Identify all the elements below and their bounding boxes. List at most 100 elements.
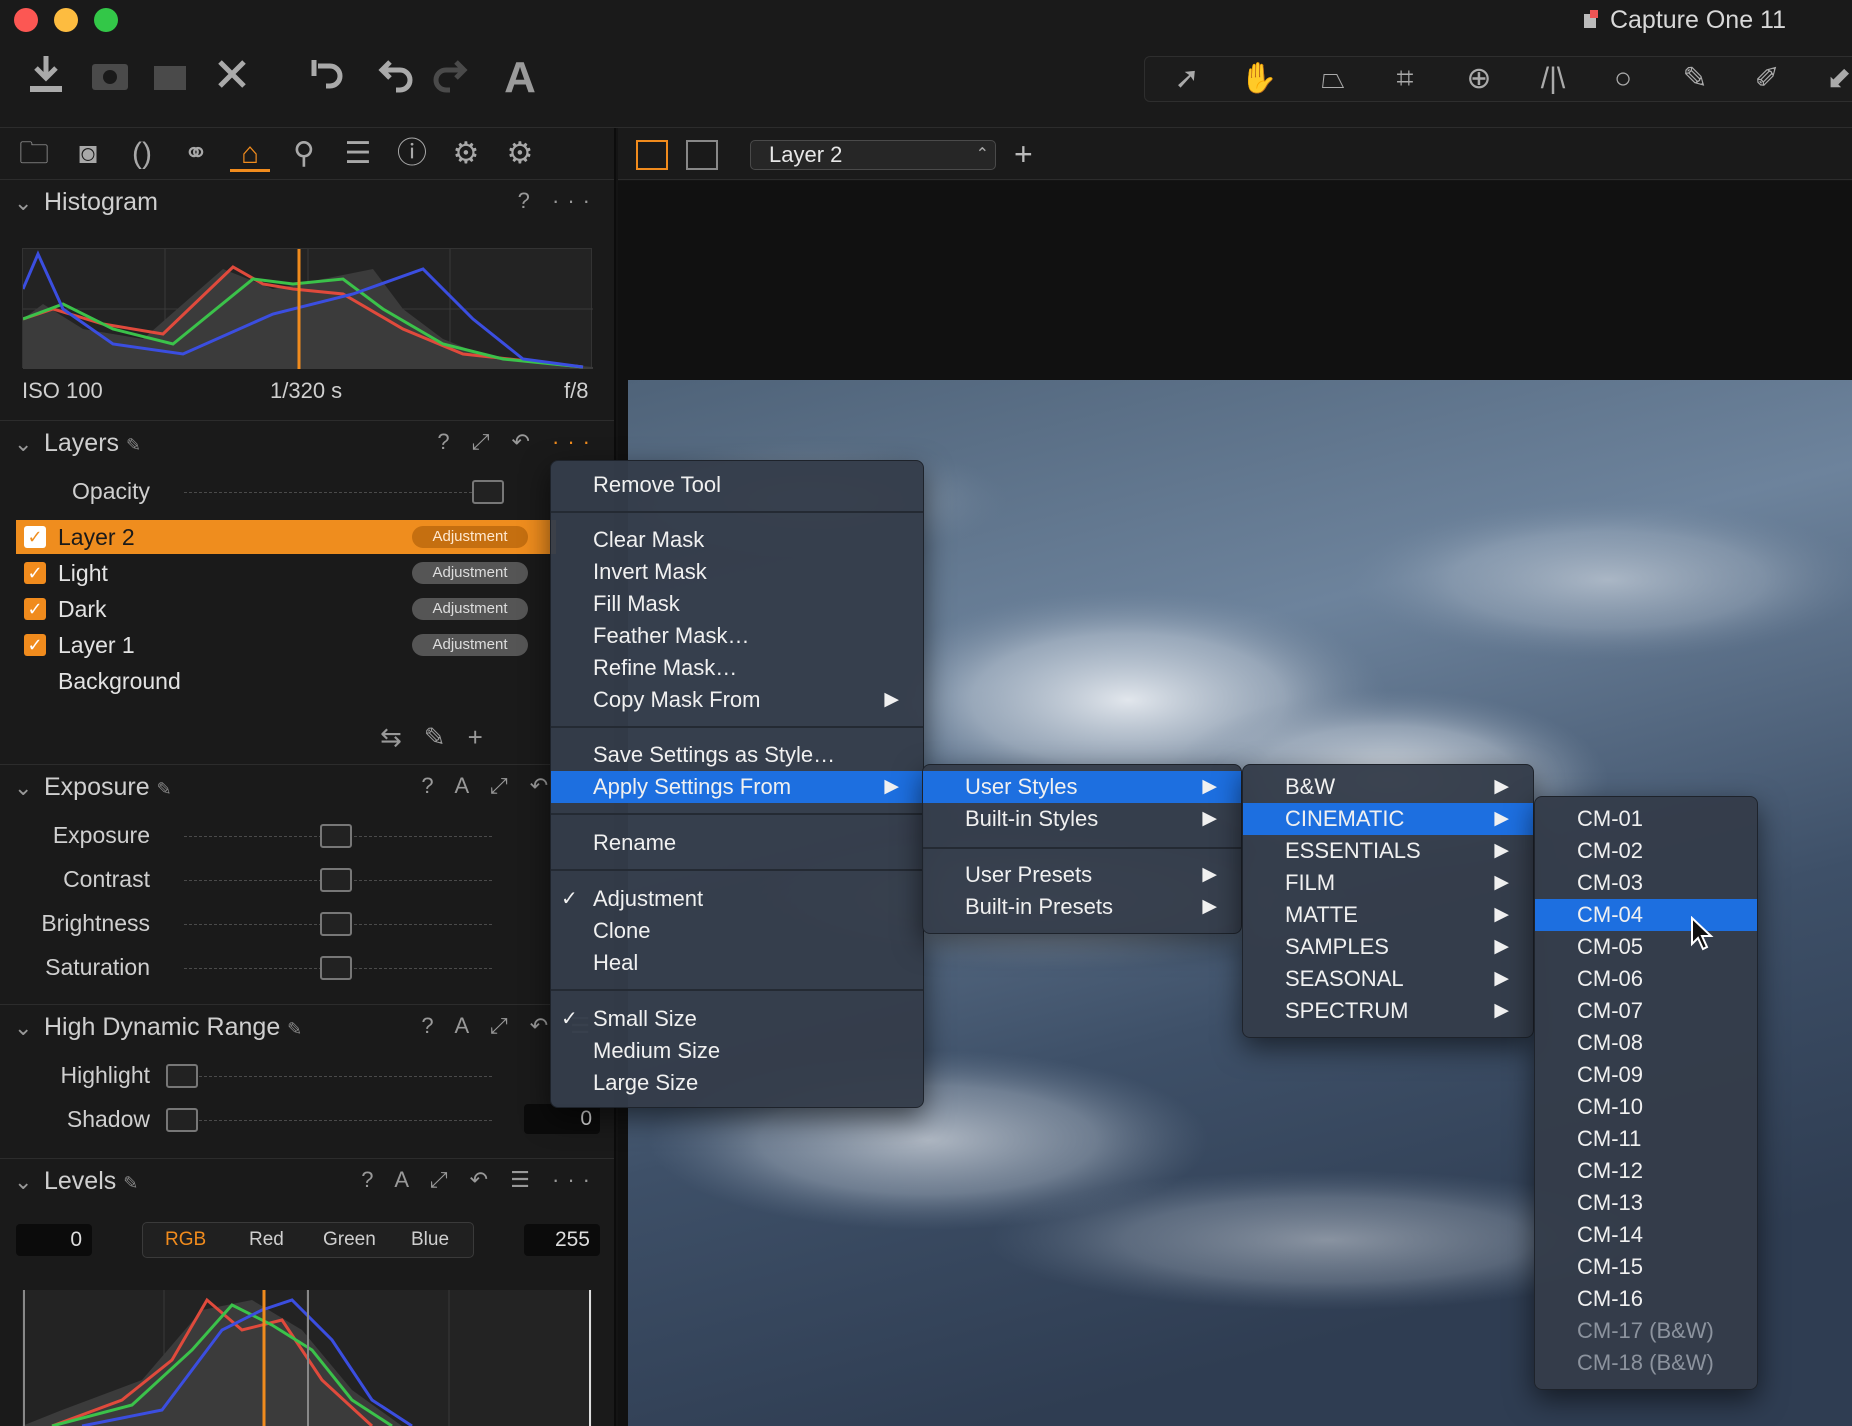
output-tab-icon[interactable]: ⚙ xyxy=(446,136,486,172)
menu-item-user-styles[interactable]: User Styles ▶ xyxy=(923,771,1241,803)
style-cm-02[interactable]: CM-02 xyxy=(1535,835,1757,867)
menu-item-matte[interactable]: MATTE ▶ xyxy=(1243,899,1533,931)
style-cm-09[interactable]: CM-09 xyxy=(1535,1059,1757,1091)
undo-icon[interactable] xyxy=(372,52,424,104)
menu-item-spectrum[interactable]: SPECTRUM ▶ xyxy=(1243,995,1533,1027)
layer-row[interactable]: ✓ Light Adjustment xyxy=(16,556,556,590)
slider-knob[interactable] xyxy=(166,1108,198,1132)
menu-item-copy-mask-from[interactable]: Copy Mask From ▶ xyxy=(551,684,923,716)
exposure-tab-icon[interactable]: ⌂ xyxy=(230,136,270,172)
layers-header[interactable]: ⌄ Layers ✎ ? ⤢ ↶ ··· xyxy=(0,420,614,468)
undo-all-icon[interactable] xyxy=(300,52,352,104)
layer-checkbox[interactable]: ✓ xyxy=(24,562,46,584)
minimize-window-button[interactable] xyxy=(54,8,78,32)
layer-select-dropdown[interactable]: Layer 2 ⌃⌄ xyxy=(750,140,996,191)
style-cm-10[interactable]: CM-10 xyxy=(1535,1091,1757,1123)
style-cm-04[interactable]: CM-04 xyxy=(1535,899,1757,931)
layer-row[interactable]: ✓ Layer 2 Adjustment xyxy=(16,520,556,554)
capture-tab-icon[interactable]: ◙ xyxy=(68,136,108,172)
menu-item-adjustment[interactable]: ✓ Adjustment xyxy=(551,883,923,915)
menu-item-built-in-styles[interactable]: Built-in Styles ▶ xyxy=(923,803,1241,835)
opacity-slider[interactable]: Opacity xyxy=(0,472,614,512)
rotate-icon[interactable]: ⊕ xyxy=(1449,61,1509,97)
close-window-button[interactable] xyxy=(14,8,38,32)
menu-item-small-size[interactable]: ✓ Small Size xyxy=(551,1003,923,1035)
slider-track[interactable] xyxy=(184,492,492,493)
style-cm-11[interactable]: CM-11 xyxy=(1535,1123,1757,1155)
menu-item-heal[interactable]: Heal xyxy=(551,947,923,979)
style-cm-07[interactable]: CM-07 xyxy=(1535,995,1757,1027)
chevron-down-icon[interactable]: ⌄ xyxy=(14,775,32,801)
levels-low-field[interactable]: 0 xyxy=(16,1224,92,1256)
style-cm-08[interactable]: CM-08 xyxy=(1535,1027,1757,1059)
color-tab-icon[interactable]: ⚭ xyxy=(176,136,216,172)
style-cm-14[interactable]: CM-14 xyxy=(1535,1219,1757,1251)
add-layer-icon[interactable]: + xyxy=(1014,136,1033,173)
section-actions[interactable]: ? ⤢ ↶ ··· xyxy=(437,429,598,455)
adjustments-tab-icon[interactable]: ☰ xyxy=(338,136,378,172)
menu-item-feather-mask[interactable]: Feather Mask… xyxy=(551,620,923,652)
menu-item-remove-tool[interactable]: Remove Tool xyxy=(551,469,923,501)
channel-tab-blue[interactable]: Blue xyxy=(411,1229,449,1251)
style-cm-05[interactable]: CM-05 xyxy=(1535,931,1757,963)
menu-item-bw[interactable]: B&W ▶ xyxy=(1243,771,1533,803)
arrow-down-left-icon[interactable]: ⬋ xyxy=(1809,61,1852,97)
menu-item-seasonal[interactable]: SEASONAL ▶ xyxy=(1243,963,1533,995)
library-tab-icon[interactable]: 🗀 xyxy=(14,136,54,172)
pan-hand-icon[interactable]: ✋ xyxy=(1229,61,1289,97)
section-actions[interactable]: ? ··· xyxy=(518,188,598,214)
levels-header[interactable]: ⌄ Levels ✎ ? A ⤢ ↶ ☰ ··· xyxy=(0,1158,614,1206)
layer-row[interactable]: ✓ Layer 1 Adjustment xyxy=(16,628,556,662)
camera-icon[interactable] xyxy=(84,52,136,104)
style-cm-12[interactable]: CM-12 xyxy=(1535,1155,1757,1187)
slider-knob[interactable] xyxy=(320,824,352,848)
layer-row[interactable]: ✓ Dark Adjustment xyxy=(16,592,556,626)
saturation-slider[interactable]: Saturation xyxy=(0,948,614,988)
channel-tab-red[interactable]: Red xyxy=(249,1229,284,1251)
channel-tab-rgb[interactable]: RGB xyxy=(165,1229,206,1251)
menu-item-invert-mask[interactable]: Invert Mask xyxy=(551,556,923,588)
slider-knob[interactable] xyxy=(472,480,504,504)
slider-knob[interactable] xyxy=(166,1064,198,1088)
slider-knob[interactable] xyxy=(320,956,352,980)
layer-checkbox[interactable]: ✓ xyxy=(24,526,46,548)
exposure-header[interactable]: ⌄ Exposure ✎ ? A ⤢ ↶ ☰ xyxy=(0,764,614,812)
slider-knob[interactable] xyxy=(320,912,352,936)
layer-row-background[interactable]: Background xyxy=(16,664,556,698)
circle-icon[interactable]: ○ xyxy=(1593,61,1653,97)
menu-item-medium-size[interactable]: Medium Size xyxy=(551,1035,923,1067)
add-layer-icon[interactable]: + xyxy=(468,722,505,752)
chevron-down-icon[interactable]: ⌄ xyxy=(14,431,32,457)
style-cm-01[interactable]: CM-01 xyxy=(1535,803,1757,835)
menu-item-apply-settings-from[interactable]: Apply Settings From ▶ xyxy=(551,771,923,803)
delete-icon[interactable] xyxy=(206,52,258,104)
menu-item-clone[interactable]: Clone xyxy=(551,915,923,947)
brush-icon[interactable]: ✎ xyxy=(1665,61,1725,97)
hdr-header[interactable]: ⌄ High Dynamic Range ✎ ? A ⤢ ↶ ☰ xyxy=(0,1004,614,1052)
menu-item-refine-mask[interactable]: Refine Mask… xyxy=(551,652,923,684)
style-cm-03[interactable]: CM-03 xyxy=(1535,867,1757,899)
loupe-icon[interactable]: ⏢ xyxy=(1303,61,1363,97)
style-cm-06[interactable]: CM-06 xyxy=(1535,963,1757,995)
brightness-slider[interactable]: Brightness xyxy=(0,904,614,944)
channel-tab-green[interactable]: Green xyxy=(323,1229,376,1251)
menu-item-fill-mask[interactable]: Fill Mask xyxy=(551,588,923,620)
maximize-window-button[interactable] xyxy=(94,8,118,32)
style-cm-13[interactable]: CM-13 xyxy=(1535,1187,1757,1219)
select-cursor-icon[interactable]: ➚ xyxy=(1157,61,1217,97)
menu-item-user-presets[interactable]: User Presets ▶ xyxy=(923,859,1241,891)
highlight-slider[interactable]: Highlight xyxy=(0,1056,614,1096)
slider-knob[interactable] xyxy=(320,868,352,892)
style-cm-15[interactable]: CM-15 xyxy=(1535,1251,1757,1283)
chevron-down-icon[interactable]: ⌄ xyxy=(14,1169,32,1195)
redo-icon[interactable] xyxy=(422,52,474,104)
import-icon[interactable] xyxy=(20,52,72,104)
adjust-icon[interactable]: ⇆ xyxy=(380,722,424,752)
brush-icon[interactable]: ✎ xyxy=(424,722,468,752)
layer-checkbox[interactable]: ✓ xyxy=(24,634,46,656)
menu-item-cinematic[interactable]: CINEMATIC ▶ xyxy=(1243,803,1533,835)
menu-item-film[interactable]: FILM ▶ xyxy=(1243,867,1533,899)
menu-item-essentials[interactable]: ESSENTIALS ▶ xyxy=(1243,835,1533,867)
slider-track[interactable] xyxy=(184,1120,492,1121)
histogram-header[interactable]: ⌄ Histogram ? ··· xyxy=(0,180,614,228)
